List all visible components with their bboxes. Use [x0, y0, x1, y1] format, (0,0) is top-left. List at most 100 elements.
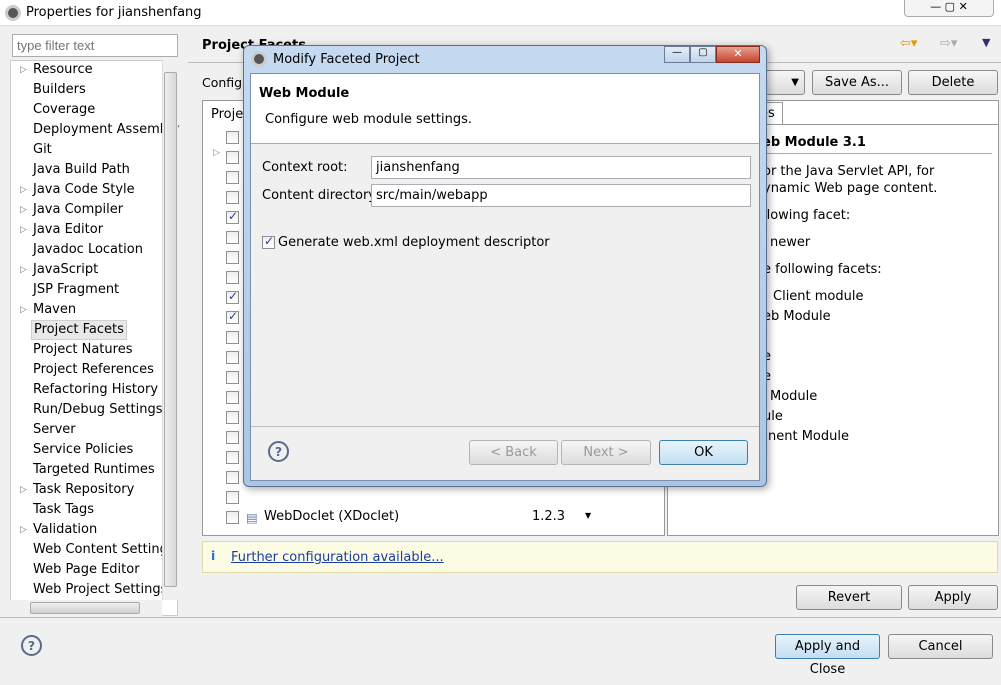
content-directory-input[interactable]: src/main/webapp	[371, 184, 751, 207]
maximize-button[interactable]: ▢	[690, 46, 716, 63]
sidebar-item[interactable]: Builders	[33, 80, 86, 100]
sidebar-item-label: Maven	[33, 302, 77, 317]
facet-checkbox[interactable]	[226, 451, 239, 464]
context-root-input[interactable]: jianshenfang	[371, 156, 751, 179]
revert-button[interactable]: Revert	[796, 585, 902, 610]
apply-and-close-button[interactable]: Apply and Close	[775, 634, 880, 677]
horizontal-scrollbar[interactable]	[10, 600, 162, 616]
sidebar-item[interactable]: Deployment Assembly	[33, 120, 179, 140]
sidebar-item[interactable]: JSP Fragment	[33, 280, 119, 300]
sidebar-item[interactable]: Java Build Path	[33, 160, 130, 180]
facet-checkbox[interactable]	[226, 309, 239, 324]
vertical-scrollbar[interactable]	[162, 60, 178, 600]
cancel-button[interactable]: Cancel	[888, 634, 993, 659]
facet-checkbox[interactable]	[226, 351, 239, 364]
facet-checkbox[interactable]	[226, 271, 239, 284]
facet-checkbox[interactable]	[226, 151, 239, 164]
sidebar-item-label: Java Code Style	[33, 182, 135, 197]
facet-version[interactable]: 1.2.3	[532, 509, 565, 524]
sidebar-item[interactable]: Project Natures	[33, 340, 132, 360]
sidebar-item[interactable]: Javadoc Location	[33, 240, 143, 260]
further-configuration-link[interactable]: Further configuration available...	[231, 550, 444, 565]
sidebar-item-label: Run/Debug Settings	[33, 402, 163, 417]
sidebar-item[interactable]: Targeted Runtimes	[33, 460, 155, 480]
sidebar-item[interactable]: Service Policies	[33, 440, 133, 460]
sidebar-item[interactable]: Run/Debug Settings	[33, 400, 163, 420]
filter-input[interactable]	[12, 34, 178, 57]
facet-checkbox[interactable]	[226, 491, 239, 504]
save-as-button[interactable]: Save As...	[812, 70, 902, 95]
apply-button[interactable]: Apply	[908, 585, 998, 610]
sidebar-item[interactable]: ▷ Resource	[20, 60, 93, 80]
facet-checkbox[interactable]	[226, 431, 239, 444]
expand-arrow-icon[interactable]: ▷	[20, 300, 27, 320]
ok-button[interactable]: OK	[659, 440, 748, 465]
sidebar-item[interactable]: Git	[33, 140, 52, 160]
sidebar-item-label: Validation	[33, 522, 98, 537]
sidebar-item[interactable]: Web Page Editor	[33, 560, 140, 580]
close-button[interactable]: ✕	[716, 46, 760, 63]
sidebar-item-label: Project Facets	[34, 322, 124, 337]
sidebar-item[interactable]: ▷ JavaScript	[20, 260, 98, 280]
facet-checkbox[interactable]	[226, 209, 239, 224]
view-menu-icon[interactable]: ▼	[982, 36, 990, 49]
facet-checkbox[interactable]	[226, 251, 239, 264]
sidebar-item-label: Task Repository	[33, 482, 135, 497]
back-nav-icon[interactable]: ⇦▾	[900, 36, 917, 51]
facet-checkbox[interactable]	[226, 391, 239, 404]
minimize-button[interactable]: —	[664, 46, 690, 63]
sidebar-item[interactable]: ▷ Java Compiler	[20, 200, 123, 220]
sidebar-item[interactable]: ▷ Task Repository	[20, 480, 135, 500]
info-bar: i Further configuration available...	[202, 541, 998, 573]
facet-checkbox[interactable]	[226, 289, 239, 304]
sidebar-item[interactable]: Web Project Settings	[33, 580, 167, 600]
expand-arrow-icon[interactable]: ▷	[213, 148, 220, 158]
back-button[interactable]: < Back	[469, 440, 558, 465]
dialog-help-icon[interactable]: ?	[268, 441, 289, 462]
facet-checkbox[interactable]	[226, 371, 239, 384]
facet-checkbox[interactable]	[226, 171, 239, 184]
generate-webxml-checkbox[interactable]	[262, 234, 275, 249]
window-titlebar: Properties for jianshenfang — ▢ ✕	[0, 0, 1001, 26]
help-icon[interactable]: ?	[21, 635, 42, 656]
sidebar-item-label: Git	[33, 142, 52, 157]
facet-checkbox[interactable]	[226, 131, 239, 144]
next-button[interactable]: Next >	[561, 440, 651, 465]
expand-arrow-icon[interactable]: ▷	[20, 200, 27, 220]
facet-name: WebDoclet (XDoclet)	[264, 509, 400, 524]
facet-checkbox[interactable]	[226, 411, 239, 424]
facet-checkbox[interactable]	[226, 191, 239, 204]
sidebar-item[interactable]: Web Content Settings	[33, 540, 175, 560]
expand-arrow-icon[interactable]: ▷	[20, 180, 27, 200]
sidebar-item[interactable]: Project Facets	[31, 320, 127, 340]
sidebar-item[interactable]: ▷ Java Code Style	[20, 180, 135, 200]
sidebar-item-label: Project Natures	[33, 342, 133, 357]
sidebar-item[interactable]: ▷ Maven	[20, 300, 77, 320]
sidebar-item-label: Web Project Settings	[33, 582, 168, 597]
sidebar-item-label: Project References	[33, 362, 154, 377]
facet-checkbox[interactable]	[226, 511, 239, 524]
facet-checkbox[interactable]	[226, 231, 239, 244]
window-controls[interactable]: — ▢ ✕	[904, 0, 994, 17]
sidebar-item[interactable]: Refactoring History	[33, 380, 158, 400]
expand-arrow-icon[interactable]: ▷	[20, 60, 27, 80]
sidebar-item[interactable]: Task Tags	[33, 500, 94, 520]
expand-arrow-icon[interactable]: ▷	[20, 220, 27, 240]
expand-arrow-icon[interactable]: ▷	[20, 480, 27, 500]
forward-nav-icon[interactable]: ⇨▾	[940, 36, 957, 51]
sidebar-item-label: Web Page Editor	[33, 562, 140, 577]
sidebar-item[interactable]: Server	[33, 420, 76, 440]
eclipse-icon	[5, 5, 21, 21]
sidebar-item[interactable]: Coverage	[33, 100, 95, 120]
delete-button[interactable]: Delete	[908, 70, 998, 95]
facet-checkbox[interactable]	[226, 471, 239, 484]
sidebar-item[interactable]: Project References	[33, 360, 154, 380]
expand-arrow-icon[interactable]: ▷	[20, 520, 27, 540]
sidebar-item[interactable]: ▷ Java Editor	[20, 220, 103, 240]
sidebar-item-label: Java Build Path	[33, 162, 130, 177]
generate-webxml-label: Generate web.xml deployment descriptor	[278, 235, 550, 250]
version-dropdown-icon[interactable]: ▼	[585, 511, 591, 520]
expand-arrow-icon[interactable]: ▷	[20, 260, 27, 280]
facet-checkbox[interactable]	[226, 331, 239, 344]
sidebar-item[interactable]: ▷ Validation	[20, 520, 98, 540]
